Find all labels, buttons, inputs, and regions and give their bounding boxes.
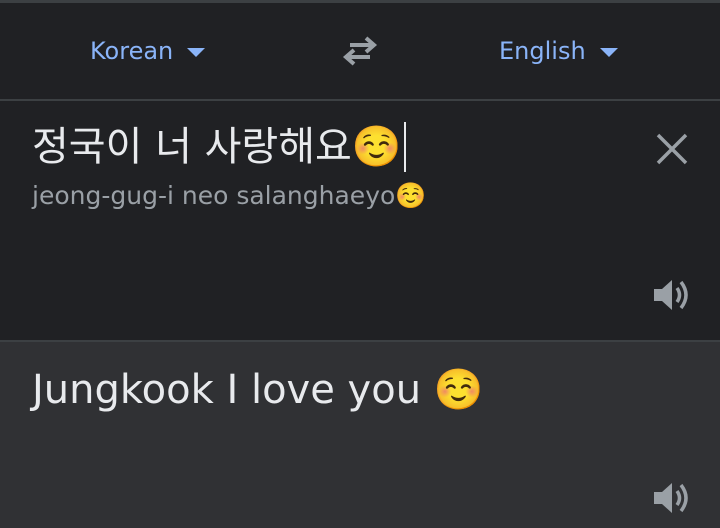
close-icon xyxy=(656,133,688,165)
swap-languages-button[interactable] xyxy=(336,31,384,71)
transliteration-text: jeong-gug-i neo salanghaeyo☺️ xyxy=(32,181,427,210)
clear-input-button[interactable] xyxy=(650,127,694,171)
language-bar: Korean English xyxy=(0,3,720,99)
text-cursor xyxy=(403,122,406,172)
listen-source-button[interactable] xyxy=(648,271,696,319)
swap-arrows-icon xyxy=(342,36,378,66)
chevron-down-icon xyxy=(599,47,618,57)
source-input-panel[interactable]: 정국이 너 사랑해요☺️ jeong-gug-i neo salanghaeyo… xyxy=(0,101,720,340)
source-text: 정국이 너 사랑해요☺️ xyxy=(32,124,402,170)
source-language-label: Korean xyxy=(90,37,174,65)
translated-text: Jungkook I love you ☺️ xyxy=(32,367,484,413)
speaker-icon xyxy=(654,280,688,310)
source-language-selector[interactable]: Korean xyxy=(90,3,206,99)
target-language-selector[interactable]: English xyxy=(499,3,618,99)
target-language-label: English xyxy=(499,37,586,65)
translation-output-panel: Jungkook I love you ☺️ xyxy=(0,342,720,528)
chevron-down-icon xyxy=(187,47,206,57)
source-text-field[interactable]: 정국이 너 사랑해요☺️ xyxy=(32,121,406,173)
speaker-icon xyxy=(654,483,688,513)
listen-translation-button[interactable] xyxy=(648,474,696,522)
